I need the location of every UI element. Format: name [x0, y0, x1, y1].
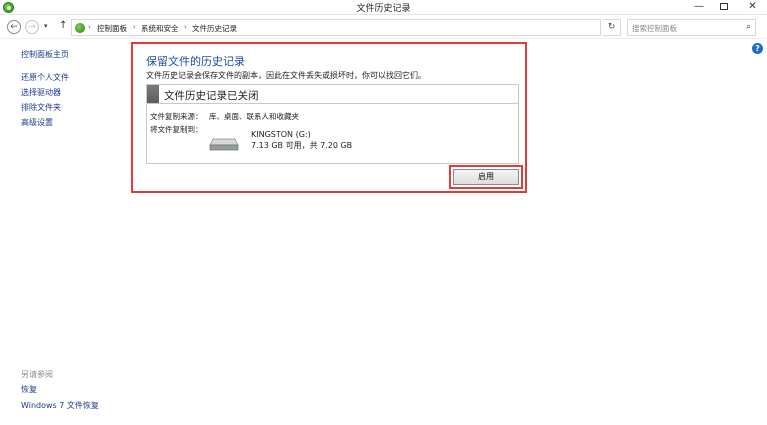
control-panel-home-link[interactable]: 控制面板主页: [21, 49, 69, 60]
see-also-title: 另请参阅: [21, 370, 53, 379]
navigation-bar: ← → ▾ ↑ › 控制面板 › 系统和安全 › 文件历史记录 ▾ ↻ 搜索控制…: [0, 17, 767, 39]
recent-locations-chevron-icon[interactable]: ▾: [44, 22, 48, 30]
minimize-button[interactable]: —: [688, 0, 710, 15]
title-bar: 文件历史记录 — ✕: [0, 0, 767, 15]
restore-personal-files-link[interactable]: 还原个人文件: [21, 72, 69, 83]
refresh-button[interactable]: ↻: [603, 19, 621, 36]
breadcrumb-separator[interactable]: ›: [88, 23, 91, 31]
recovery-link[interactable]: 恢复: [21, 384, 37, 395]
search-placeholder: 搜索控制面板: [632, 24, 677, 33]
breadcrumb-system-security[interactable]: 系统和安全: [141, 23, 179, 34]
search-icon[interactable]: ⌕: [746, 22, 751, 32]
advanced-settings-link[interactable]: 高级设置: [21, 117, 53, 128]
close-button[interactable]: ✕: [738, 0, 767, 15]
highlight-box: [449, 165, 523, 189]
file-history-icon: [75, 23, 85, 33]
up-arrow-button[interactable]: ↑: [59, 20, 67, 31]
help-icon[interactable]: ?: [752, 43, 763, 54]
select-drive-link[interactable]: 选择驱动器: [21, 87, 61, 98]
exclude-folders-link[interactable]: 排除文件夹: [21, 102, 61, 113]
forward-button[interactable]: →: [25, 20, 39, 34]
search-input[interactable]: 搜索控制面板 ⌕: [627, 19, 756, 36]
back-button[interactable]: ←: [7, 20, 21, 34]
window-title: 文件历史记录: [356, 4, 411, 14]
breadcrumb-file-history[interactable]: 文件历史记录: [192, 23, 237, 34]
maximize-button[interactable]: [713, 0, 735, 15]
windows7-file-recovery-link[interactable]: Windows 7 文件恢复: [21, 400, 99, 411]
breadcrumb-separator[interactable]: ›: [133, 23, 136, 31]
breadcrumb-separator[interactable]: ›: [184, 23, 187, 31]
breadcrumb-control-panel[interactable]: 控制面板: [97, 23, 127, 34]
address-bar[interactable]: › 控制面板 › 系统和安全 › 文件历史记录 ▾: [71, 19, 664, 36]
maximize-icon: [720, 2, 728, 10]
